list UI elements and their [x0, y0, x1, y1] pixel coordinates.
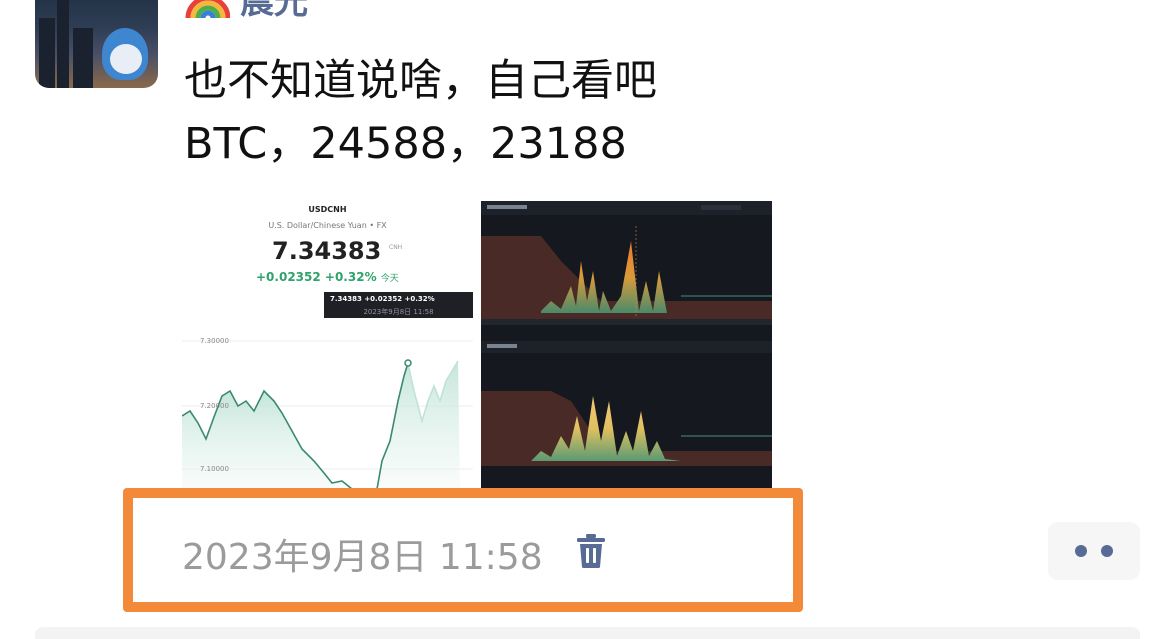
dashboard-charts — [481, 201, 772, 489]
author-avatar[interactable] — [35, 0, 158, 88]
fx-y-label: 7.20000 — [200, 402, 229, 410]
fx-change-abs: +0.02352 — [256, 270, 321, 284]
fx-period: 今天 — [380, 274, 399, 284]
post-timestamp: 2023年9月8日 11:58 — [182, 537, 543, 578]
more-actions-button[interactable] — [1048, 522, 1140, 580]
fx-y-label: 7.10000 — [200, 465, 229, 473]
fx-y-label: 7.30000 — [200, 337, 229, 345]
author-row: 晨光 — [184, 0, 308, 22]
fx-tooltip: 7.34383 +0.02352 +0.32% 2023年9月8日 11:58 — [324, 292, 473, 318]
comment-area — [35, 627, 1140, 639]
rainbow-icon — [184, 0, 230, 18]
post-image-fx-chart[interactable]: USDCNH U.S. Dollar/Chinese Yuan • FX 7.3… — [182, 201, 473, 489]
fx-tooltip-date: 2023年9月8日 11:58 — [363, 308, 434, 316]
more-dots-icon — [1075, 545, 1087, 557]
trash-icon[interactable] — [575, 533, 607, 569]
fx-description: U.S. Dollar/Chinese Yuan • FX — [268, 221, 387, 230]
fx-symbol: USDCNH — [308, 205, 347, 214]
more-dots-icon — [1101, 545, 1113, 557]
post-text-line: 也不知道说啥，自己看吧 — [184, 56, 657, 106]
fx-change-pct: +0.32% — [324, 270, 377, 284]
post-image-dashboard[interactable] — [481, 201, 772, 489]
fx-price: 7.34383 — [272, 237, 382, 265]
post-text-line: BTC，24588，23188 — [184, 119, 627, 169]
fx-tooltip-values: 7.34383 +0.02352 +0.32% — [330, 295, 435, 303]
fx-change: +0.02352 +0.32% 今天 — [256, 270, 399, 284]
author-name[interactable]: 晨光 — [240, 0, 308, 23]
post-content: 也不知道说啥，自己看吧 BTC，24588，23188 — [184, 50, 657, 176]
fx-currency: CNH — [389, 244, 403, 251]
